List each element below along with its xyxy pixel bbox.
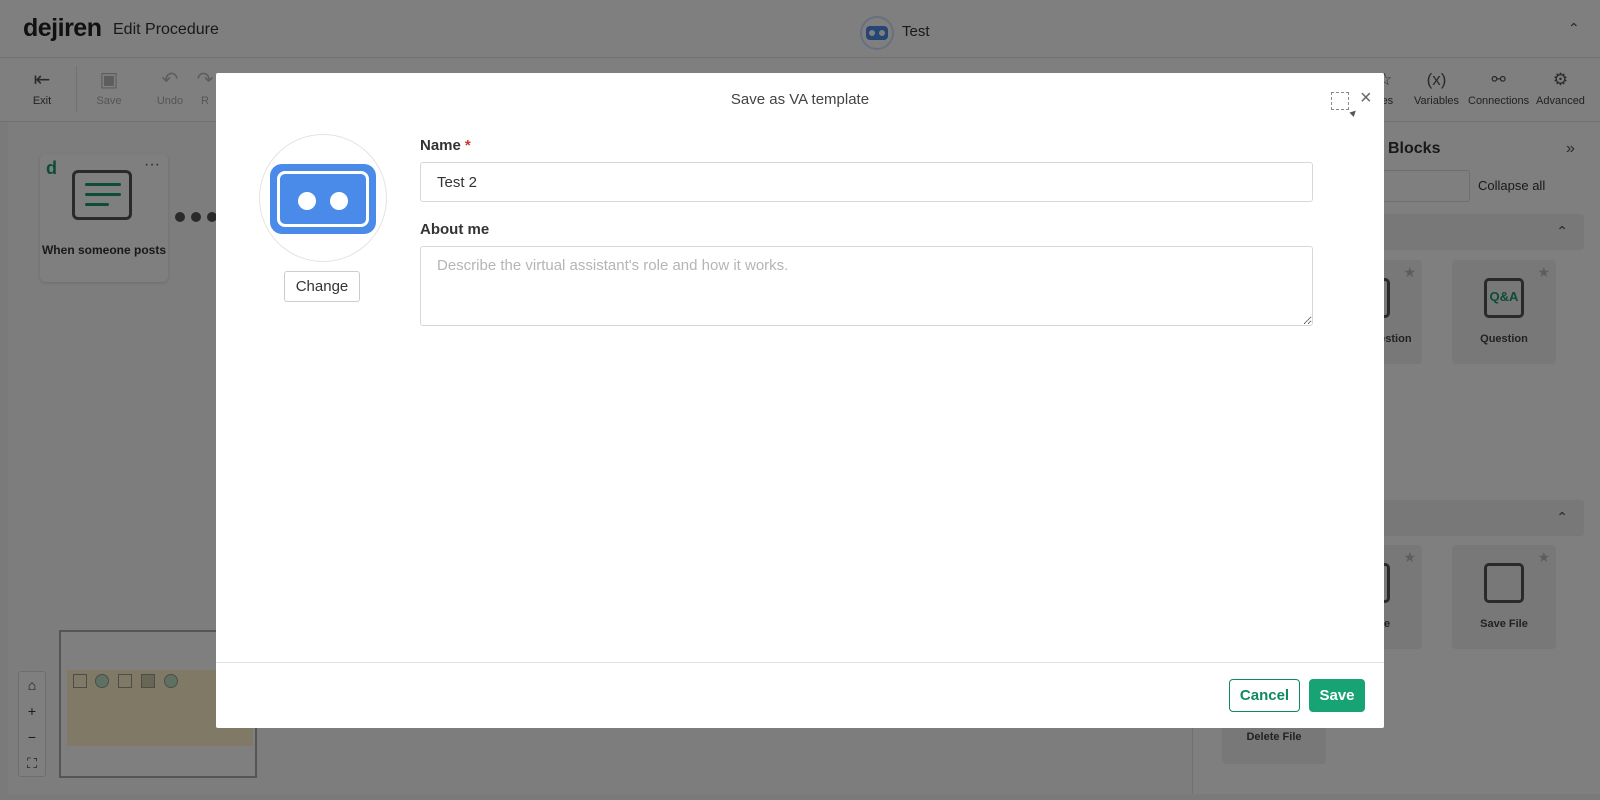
robot-face-frame — [277, 171, 369, 227]
robot-icon — [270, 164, 376, 234]
close-icon[interactable]: × — [1360, 88, 1372, 108]
cancel-button[interactable]: Cancel — [1229, 679, 1300, 712]
select-area-icon[interactable] — [1331, 92, 1349, 110]
required-marker: * — [464, 137, 471, 154]
dialog-title: Save as VA template — [730, 91, 870, 108]
name-input[interactable] — [420, 162, 1313, 202]
about-label: About me — [420, 221, 490, 238]
name-label: Name * — [420, 137, 471, 154]
save-button[interactable]: Save — [1309, 679, 1365, 712]
va-avatar-large — [259, 134, 387, 262]
about-input[interactable] — [420, 246, 1313, 326]
change-avatar-button[interactable]: Change — [284, 271, 360, 302]
name-label-text: Name — [420, 137, 461, 154]
robot-eye — [298, 192, 316, 210]
dialog-footer: Cancel Save — [216, 662, 1384, 728]
robot-eye — [330, 192, 348, 210]
save-template-dialog: Save as VA template × Change Name* About… — [216, 73, 1384, 728]
